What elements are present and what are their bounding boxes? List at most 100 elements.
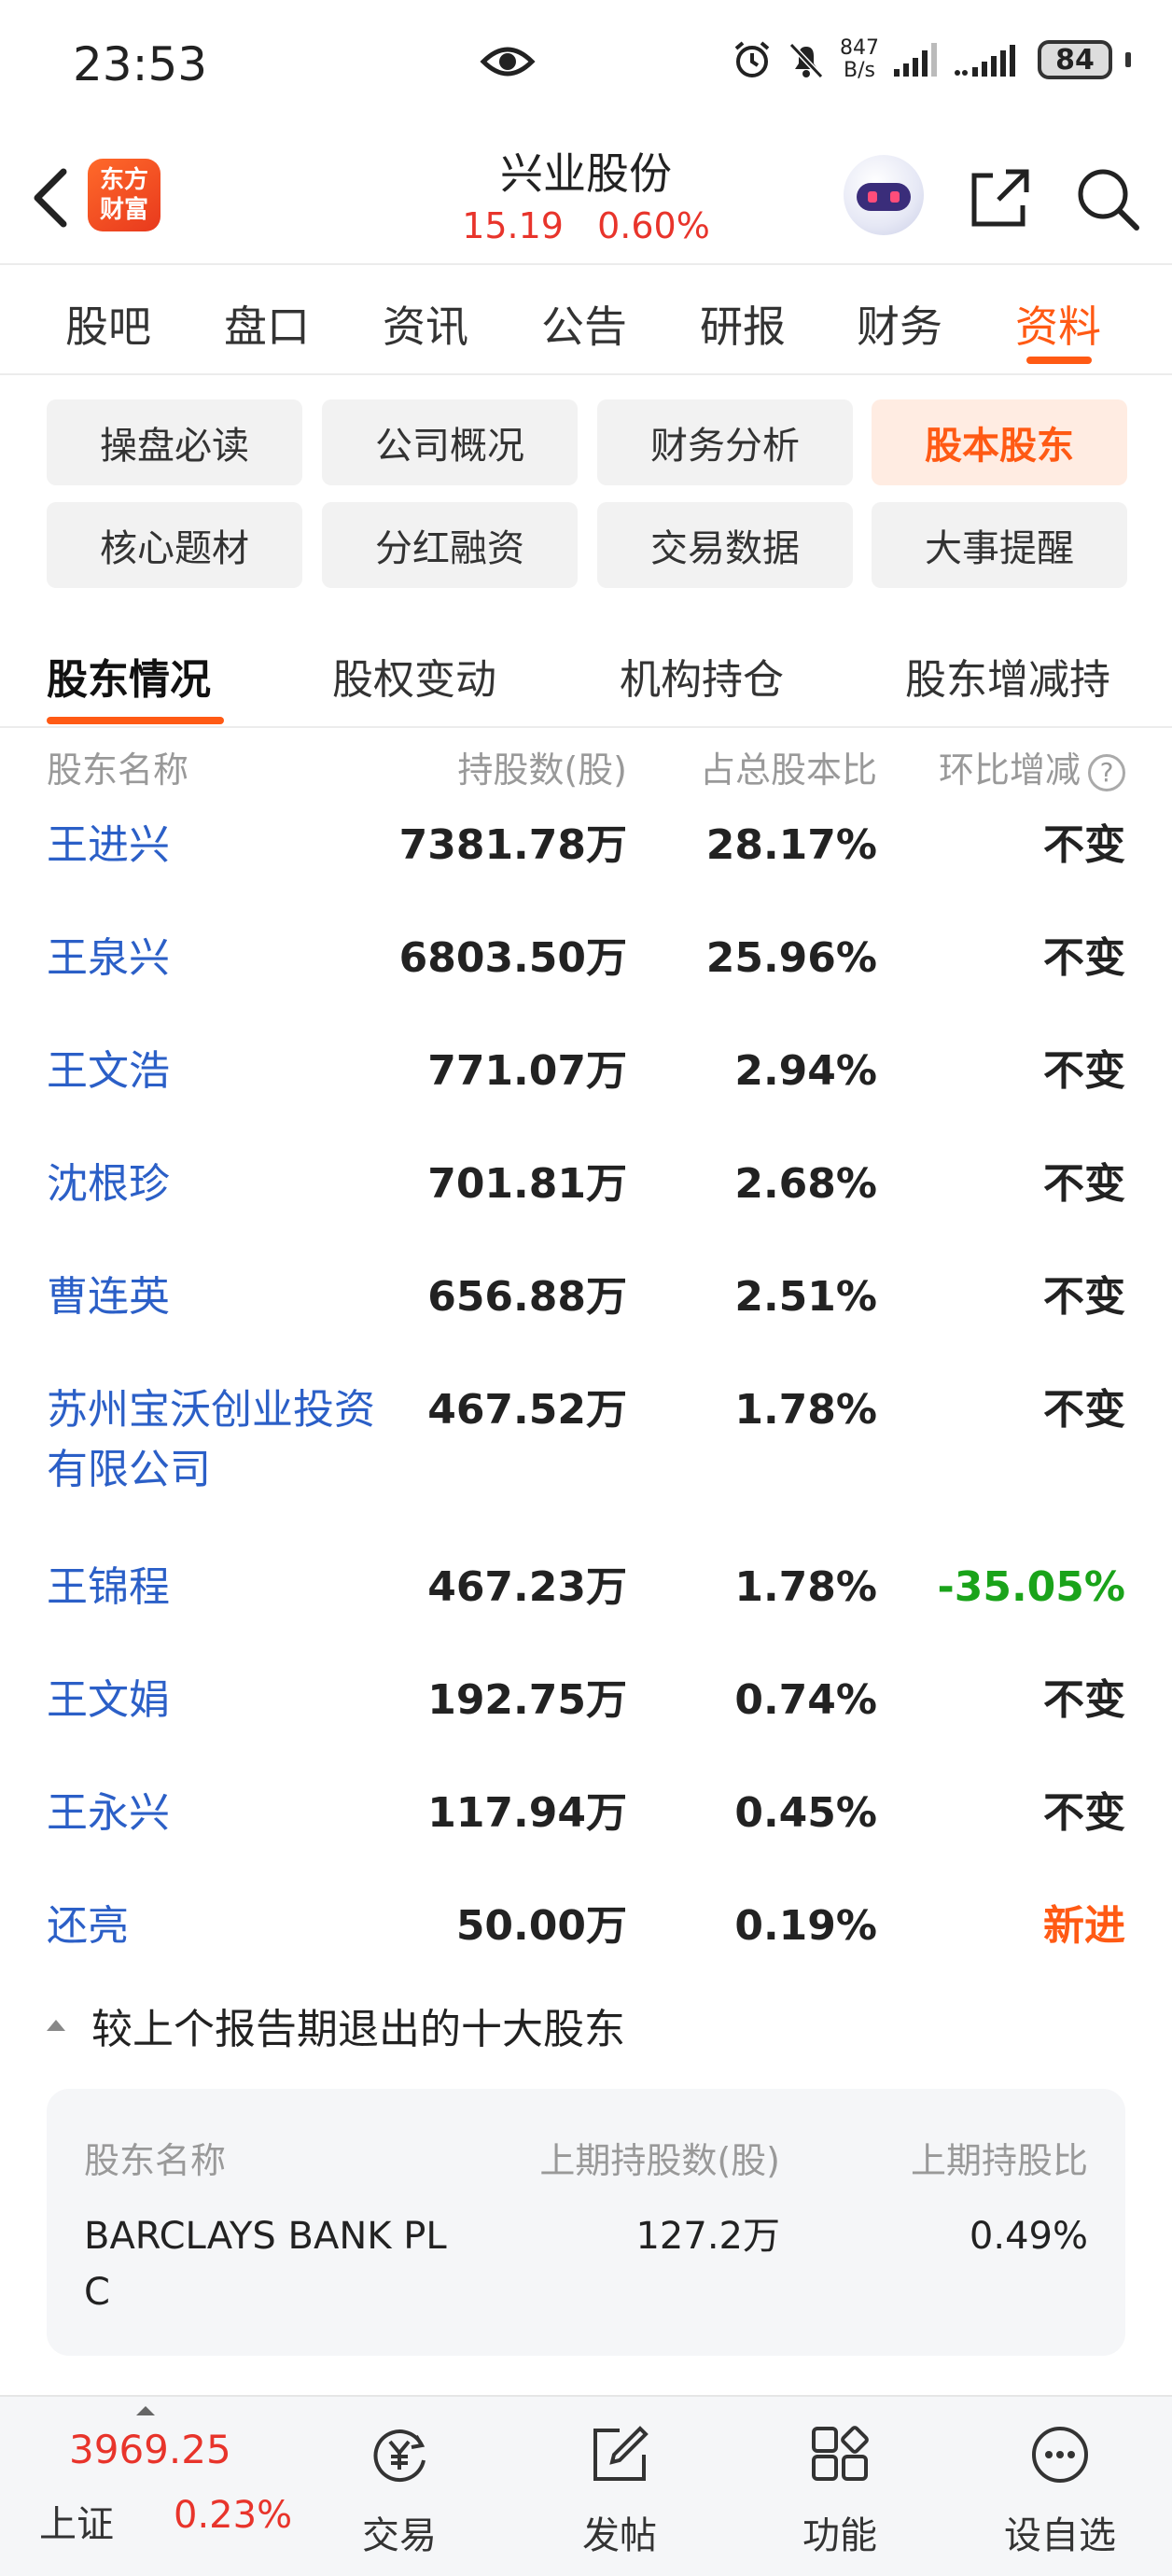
- tab-finance[interactable]: 财务: [857, 293, 942, 355]
- help-icon[interactable]: ?: [1088, 753, 1125, 791]
- tab-profile[interactable]: 资料: [1015, 293, 1101, 355]
- functions-button[interactable]: 功能: [765, 2397, 914, 2576]
- ratio: 28.17%: [705, 821, 877, 869]
- change: 不变: [1043, 1047, 1125, 1095]
- ratio: 2.51%: [734, 1273, 877, 1321]
- chip-financial-analysis[interactable]: 财务分析: [597, 399, 853, 485]
- more-icon: [1032, 2427, 1088, 2483]
- share-icon[interactable]: [965, 162, 1036, 233]
- tab-news[interactable]: 资讯: [383, 293, 468, 355]
- expand-caret-icon[interactable]: [136, 2406, 155, 2415]
- signal-icon-2: [955, 45, 1015, 77]
- tab-pankou[interactable]: 盘口: [224, 293, 310, 355]
- sub-tabs: 股东情况 股权变动 机构持仓 股东增减持: [0, 627, 1172, 728]
- index-change-pct[interactable]: 0.23%: [174, 2494, 292, 2537]
- ratio: 1.78%: [734, 1563, 877, 1611]
- shareholder-name[interactable]: 王泉兴: [47, 929, 373, 988]
- change: 不变: [1043, 1160, 1125, 1208]
- stock-price: 15.19: [462, 205, 564, 246]
- exited-col-ratio: 上期持股比: [910, 2140, 1088, 2181]
- change: 新进: [1043, 1902, 1125, 1950]
- subtab-shareholders[interactable]: 股东情况: [47, 646, 211, 706]
- ratio: 1.78%: [734, 1386, 877, 1434]
- exited-col-shares: 上期持股数(股): [539, 2140, 780, 2181]
- shares: 7381.78万: [398, 821, 627, 869]
- post-button[interactable]: 发帖: [545, 2397, 694, 2576]
- bottom-bar: 3969.25 上证 0.23% 交易 发帖 功能 设自选: [0, 2395, 1172, 2576]
- chip-trading-data[interactable]: 交易数据: [597, 502, 853, 588]
- subtab-institutions[interactable]: 机构持仓: [620, 646, 784, 706]
- ai-assistant-icon[interactable]: [844, 155, 924, 235]
- shares: 6803.50万: [398, 934, 627, 982]
- active-subtab-indicator: [47, 717, 224, 724]
- shares: 50.00万: [455, 1902, 627, 1950]
- change: 不变: [1043, 934, 1125, 982]
- chip-events[interactable]: 大事提醒: [872, 502, 1127, 588]
- exited-shareholder-name[interactable]: BARCLAYS BANK PLC: [84, 2208, 457, 2320]
- exited-section-toggle[interactable]: 较上个报告期退出的十大股东: [47, 1995, 625, 2055]
- add-watchlist-button[interactable]: 设自选: [985, 2397, 1135, 2576]
- ratio: 25.96%: [705, 934, 877, 982]
- change: 不变: [1043, 1386, 1125, 1434]
- shares: 656.88万: [427, 1273, 627, 1321]
- exited-col-name: 股东名称: [84, 2140, 227, 2181]
- mute-icon: [788, 42, 824, 79]
- col-ratio: 占总股本比: [699, 749, 877, 791]
- col-change: 环比增减?: [939, 741, 1125, 792]
- change: -35.05%: [937, 1563, 1125, 1611]
- chip-must-read[interactable]: 操盘必读: [47, 399, 302, 485]
- shareholder-name[interactable]: 还亮: [47, 1897, 373, 1956]
- subtab-holding-changes[interactable]: 股东增减持: [905, 646, 1110, 706]
- shareholder-name[interactable]: 王文浩: [47, 1042, 373, 1101]
- active-tab-indicator: [1026, 357, 1092, 364]
- stock-header: 东方 财富 兴业股份 15.19 0.60%: [0, 131, 1172, 265]
- shares: 701.81万: [427, 1160, 627, 1208]
- tab-research[interactable]: 研报: [700, 293, 786, 355]
- signal-icon: [894, 43, 937, 77]
- col-shares: 持股数(股): [457, 749, 627, 791]
- shares: 467.52万: [427, 1386, 627, 1434]
- main-tabs: 股吧 盘口 资讯 公告 研报 财务 资料: [0, 267, 1172, 375]
- shareholder-name[interactable]: 曹连英: [47, 1267, 373, 1327]
- shareholder-name[interactable]: 沈根珍: [47, 1155, 373, 1214]
- ratio: 0.74%: [734, 1676, 877, 1724]
- shareholder-name[interactable]: 王锦程: [47, 1558, 373, 1617]
- shares: 117.94万: [427, 1789, 627, 1837]
- table-header: 股东名称 持股数(股) 占总股本比 环比增减?: [0, 734, 1172, 792]
- grid-icon: [812, 2426, 869, 2481]
- change: 不变: [1043, 1273, 1125, 1321]
- exited-shareholders-card: 股东名称 上期持股数(股) 上期持股比 BARCLAYS BANK PLC 12…: [47, 2089, 1125, 2356]
- chip-shareholders[interactable]: 股本股东: [872, 399, 1127, 485]
- stock-change-pct: 0.60%: [597, 205, 710, 246]
- subtab-equity-changes[interactable]: 股权变动: [332, 646, 496, 706]
- trade-icon: [373, 2429, 426, 2482]
- change: 不变: [1043, 1676, 1125, 1724]
- tab-announcements[interactable]: 公告: [541, 293, 627, 355]
- chip-dividends[interactable]: 分红融资: [322, 502, 578, 588]
- net-speed: 847 B/s: [840, 36, 879, 82]
- change: 不变: [1043, 821, 1125, 869]
- col-name: 股东名称: [47, 749, 189, 791]
- collapse-triangle-icon: [47, 2020, 65, 2031]
- status-bar: 23:53 847 B/s 84: [0, 0, 1172, 131]
- exited-shares: 127.2万: [635, 2215, 780, 2258]
- chip-company-overview[interactable]: 公司概况: [322, 399, 578, 485]
- trade-button[interactable]: 交易: [325, 2397, 474, 2576]
- chip-core-themes[interactable]: 核心题材: [47, 502, 302, 588]
- shareholder-name[interactable]: 苏州宝沃创业投资有限公司: [47, 1380, 383, 1500]
- index-name[interactable]: 上证: [39, 2494, 114, 2548]
- battery-indicator: 84: [1038, 40, 1112, 79]
- index-value[interactable]: 3969.25: [69, 2427, 231, 2472]
- shareholder-name[interactable]: 王进兴: [47, 816, 373, 875]
- ratio: 0.19%: [734, 1902, 877, 1950]
- ratio: 2.68%: [734, 1160, 877, 1208]
- change: 不变: [1043, 1789, 1125, 1837]
- search-icon[interactable]: [1071, 162, 1142, 233]
- eye-icon: [480, 47, 536, 77]
- status-time: 23:53: [73, 37, 208, 91]
- alarm-icon: [734, 41, 770, 77]
- exited-ratio: 0.49%: [969, 2215, 1088, 2258]
- shareholder-name[interactable]: 王文娟: [47, 1671, 373, 1730]
- tab-guba[interactable]: 股吧: [65, 293, 151, 355]
- shareholder-name[interactable]: 王永兴: [47, 1784, 373, 1843]
